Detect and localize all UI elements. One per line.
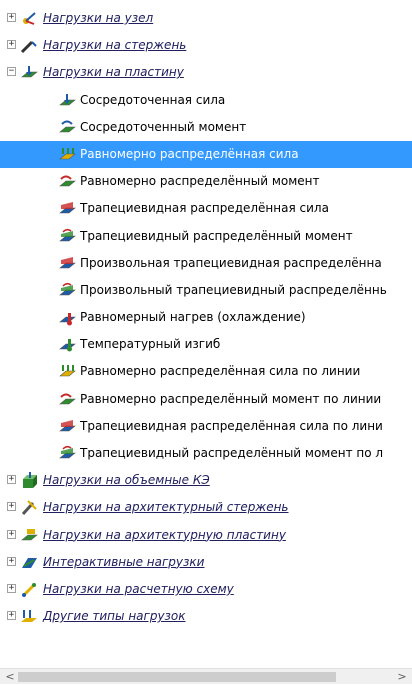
uniform-moment-icon	[58, 173, 76, 191]
tree-item-label: Трапециевидная распределённая сила	[80, 201, 329, 216]
tree-item[interactable]: Произвольный трапециевидный распределённ…	[0, 277, 412, 304]
tree-item[interactable]: Трапециевидный распределённый момент	[0, 223, 412, 250]
collapse-icon[interactable]: −	[7, 67, 16, 77]
tree-group-node[interactable]: − Нагрузки на пластину	[0, 59, 412, 86]
tree-item-label: Равномерно распределённый момент по лини…	[80, 391, 382, 406]
scrollbar-thumb[interactable]	[18, 672, 336, 682]
tree-item-label: Трапециевидный распределённый момент	[80, 228, 353, 243]
tree-group-node[interactable]: + Нагрузки на объемные КЭ	[0, 467, 412, 494]
tree-group-label: Другие типы нагрузок	[43, 609, 186, 624]
tree-item[interactable]: Сосредоточенный момент	[0, 114, 412, 141]
expand-icon[interactable]: +	[7, 502, 16, 512]
solid-fe-loads-icon	[20, 472, 38, 490]
interactive-loads-icon	[20, 554, 38, 572]
tree-item-label: Равномерно распределённая сила	[80, 146, 299, 161]
arch-bar-loads-icon	[20, 499, 38, 517]
tree-item-label: Равномерный нагрев (охлаждение)	[80, 310, 306, 325]
concentrated-moment-icon	[58, 119, 76, 137]
uniform-heating-icon	[58, 309, 76, 327]
tree-item[interactable]: Равномерный нагрев (охлаждение)	[0, 304, 412, 331]
tree-group-label: Нагрузки на узел	[43, 11, 154, 25]
tree-item-label: Равномерно распределённая сила по линии	[80, 364, 361, 379]
tree-item-label: Равномерно распределённый момент	[80, 174, 320, 189]
tree-item-label: Сосредоточенная сила	[80, 92, 226, 107]
tree-item[interactable]: Сосредоточенная сила	[0, 87, 412, 114]
tree-group-node[interactable]: + Нагрузки на расчетную схему	[0, 576, 412, 603]
tree-group-node[interactable]: + Нагрузки на узел	[0, 5, 412, 32]
line-uniform-force-icon	[58, 363, 76, 381]
tree-group-label: Нагрузки на объемные КЭ	[43, 473, 210, 488]
expand-icon[interactable]: +	[7, 529, 16, 539]
tree-item[interactable]: Произвольная трапециевидная распределённ…	[0, 250, 412, 277]
trapezoidal-force-icon	[58, 200, 76, 218]
tree-group-node[interactable]: + Нагрузки на стержень	[0, 32, 412, 59]
arbitrary-trapezoidal-force-icon	[58, 255, 76, 273]
tree-group-label: Интерактивные нагрузки	[43, 554, 205, 569]
other-loads-icon	[20, 608, 38, 626]
tree-item-label: Произвольная трапециевидная распределённ…	[80, 255, 382, 270]
design-scheme-loads-icon	[20, 581, 38, 599]
line-trapezoidal-force-icon	[58, 418, 76, 436]
line-trapezoidal-moment-icon	[58, 445, 76, 463]
load-types-tree: + Нагрузки на узел + Нагрузки на стержень − Н…	[0, 5, 412, 630]
scroll-right-arrow-icon[interactable]: >	[394, 669, 410, 685]
tree-group-node[interactable]: + Другие типы нагрузок	[0, 603, 412, 630]
expand-icon[interactable]: +	[7, 475, 16, 485]
tree-group-label: Нагрузки на стержень	[43, 38, 187, 53]
tree-item-label: Температурный изгиб	[80, 337, 221, 352]
tree-item-label: Трапециевидный распределённый момент по …	[80, 446, 384, 460]
trapezoidal-moment-icon	[58, 228, 76, 246]
node-loads-icon	[20, 10, 38, 28]
expand-icon[interactable]: +	[7, 13, 16, 22]
tree-group-node[interactable]: + Нагрузки на архитектурный стержень	[0, 494, 412, 521]
tree-item[interactable]: Равномерно распределённая сила по линии	[0, 358, 412, 385]
tree-item-label: Сосредоточенный момент	[80, 119, 247, 134]
tree-item-label: Трапециевидная распределённая сила по ли…	[80, 418, 383, 433]
tree-item[interactable]: Равномерно распределённый момент	[0, 168, 412, 195]
tree-group-node[interactable]: + Нагрузки на архитектурную пластину	[0, 522, 412, 549]
expand-icon[interactable]: +	[7, 40, 16, 50]
scroll-left-arrow-icon[interactable]: <	[2, 669, 18, 685]
tree-group-label: Нагрузки на расчетную схему	[43, 581, 234, 596]
tree-item[interactable]: Трапециевидная распределённая сила	[0, 195, 412, 222]
tree-group-node[interactable]: + Интерактивные нагрузки	[0, 549, 412, 576]
uniform-force-icon	[58, 146, 76, 164]
temperature-bending-icon	[58, 336, 76, 354]
arbitrary-trapezoidal-moment-icon	[58, 282, 76, 300]
tree-item[interactable]: Равномерно распределённая сила	[0, 140, 412, 169]
plate-loads-icon	[20, 64, 38, 82]
arch-plate-loads-icon	[20, 527, 38, 545]
tree-group-label: Нагрузки на пластину	[43, 65, 184, 80]
horizontal-scrollbar[interactable]: < >	[0, 668, 412, 684]
tree-item[interactable]: Трапециевидный распределённый момент по …	[0, 440, 412, 467]
tree-item[interactable]: Температурный изгиб	[0, 331, 412, 358]
tree-group-label: Нагрузки на архитектурную пластину	[43, 527, 286, 542]
tree-item-label: Произвольный трапециевидный распределённ…	[80, 282, 387, 297]
expand-icon[interactable]: +	[7, 556, 16, 566]
concentrated-force-icon	[58, 92, 76, 110]
tree-group-label: Нагрузки на архитектурный стержень	[43, 500, 289, 515]
tree-item[interactable]: Равномерно распределённый момент по лини…	[0, 386, 412, 413]
expand-icon[interactable]: +	[7, 611, 16, 621]
line-uniform-moment-icon	[58, 391, 76, 409]
bar-loads-icon	[20, 37, 38, 55]
tree-item[interactable]: Трапециевидная распределённая сила по ли…	[0, 413, 412, 440]
expand-icon[interactable]: +	[7, 583, 16, 593]
